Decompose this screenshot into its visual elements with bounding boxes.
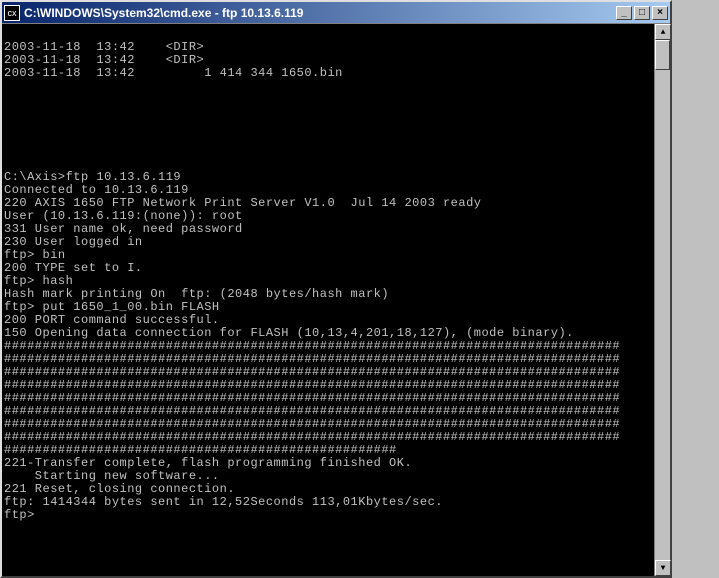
cmd-window: cx C:\WINDOWS\System32\cmd.exe - ftp 10.… xyxy=(0,0,672,578)
cmd-icon: cx xyxy=(4,5,20,21)
minimize-button[interactable]: _ xyxy=(616,6,632,20)
close-button[interactable]: × xyxy=(652,6,668,20)
scroll-track[interactable] xyxy=(655,40,670,560)
maximize-button[interactable]: □ xyxy=(634,6,650,20)
vertical-scrollbar[interactable]: ▲ ▼ xyxy=(654,24,670,576)
terminal-output[interactable]: 2003-11-18 13:42 <DIR> 2003-11-18 13:42 … xyxy=(2,24,654,576)
scroll-up-button[interactable]: ▲ xyxy=(655,24,671,40)
title-bar[interactable]: cx C:\WINDOWS\System32\cmd.exe - ftp 10.… xyxy=(2,2,670,24)
window-controls: _ □ × xyxy=(616,6,668,20)
content-area: 2003-11-18 13:42 <DIR> 2003-11-18 13:42 … xyxy=(2,24,670,576)
scroll-down-button[interactable]: ▼ xyxy=(655,560,671,576)
window-title: C:\WINDOWS\System32\cmd.exe - ftp 10.13.… xyxy=(24,6,616,20)
scroll-thumb[interactable] xyxy=(655,40,670,70)
